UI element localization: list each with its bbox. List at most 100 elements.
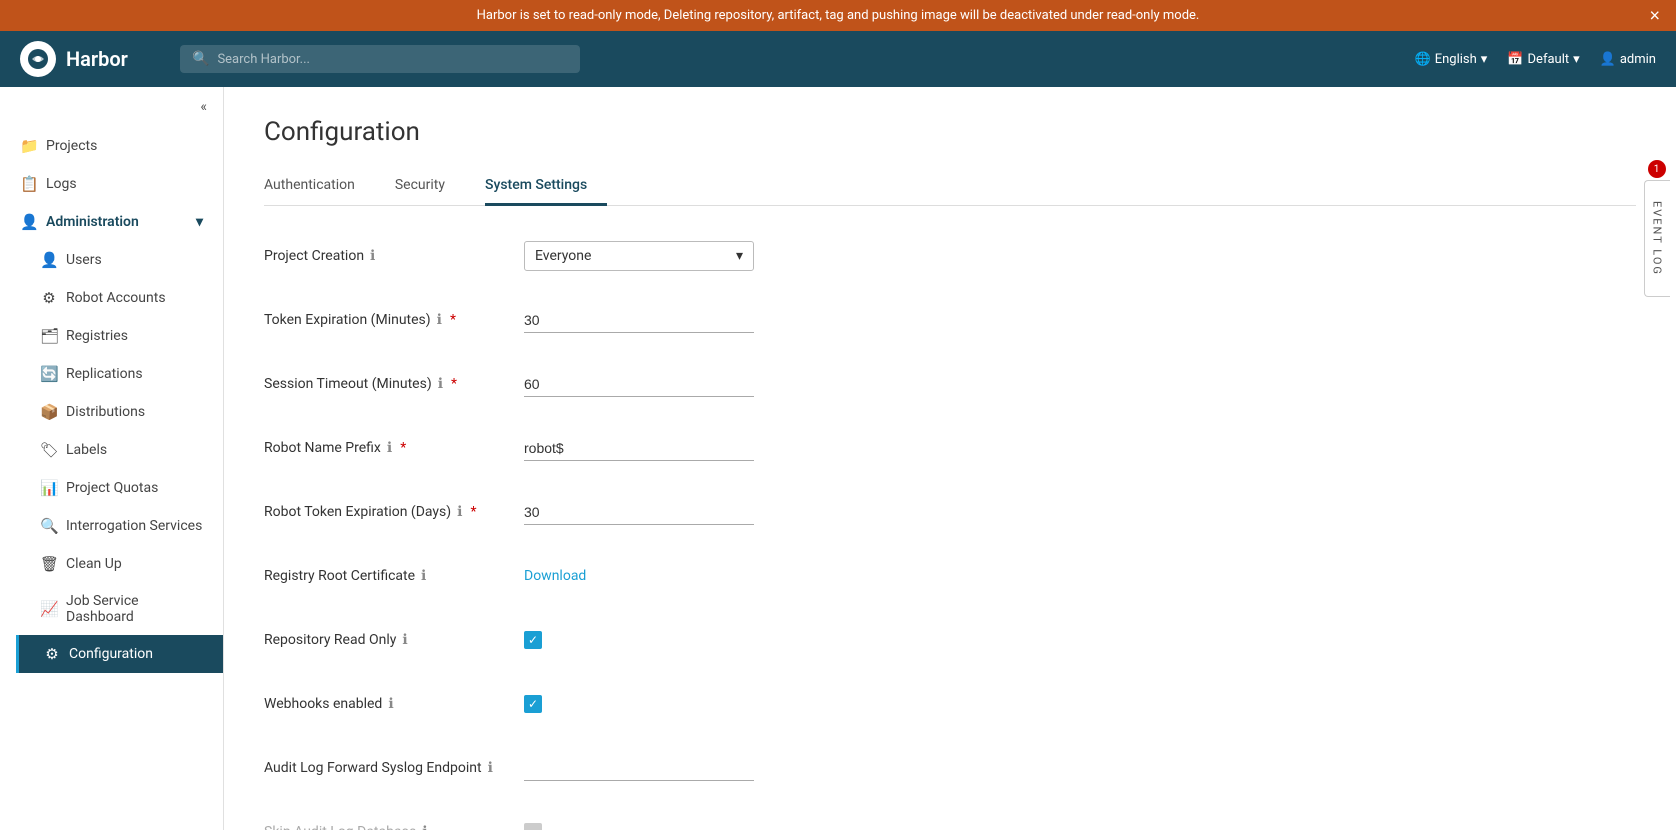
replications-icon: 🔄 — [40, 365, 58, 383]
field-token-expiration: Token Expiration (Minutes) ℹ * — [264, 300, 1064, 340]
sidebar-item-projects[interactable]: 📁 Projects — [0, 127, 223, 165]
tab-system-settings[interactable]: System Settings — [485, 167, 607, 206]
interrogation-icon: 🔍 — [40, 517, 58, 535]
sidebar-label-cleanup: Clean Up — [66, 556, 122, 572]
required-token-expiration: * — [450, 312, 456, 328]
sidebar-label-configuration: Configuration — [69, 646, 153, 662]
sidebar-item-logs[interactable]: 📋 Logs — [0, 165, 223, 203]
audit-log-endpoint-input[interactable] — [524, 756, 754, 781]
field-robot-name-prefix: Robot Name Prefix ℹ * — [264, 428, 1064, 468]
field-session-timeout: Session Timeout (Minutes) ℹ * — [264, 364, 1064, 404]
skip-audit-log-checkbox[interactable] — [524, 823, 542, 830]
administration-label: Administration — [46, 214, 139, 230]
input-robot-token-expiration — [524, 500, 754, 525]
sidebar-toggle-button[interactable]: « — [0, 87, 223, 127]
sidebar-item-users[interactable]: 👤 Users — [16, 241, 223, 279]
label-project-creation: Project Creation ℹ — [264, 248, 524, 264]
label-registry-root-certificate: Registry Root Certificate ℹ — [264, 568, 524, 584]
projects-icon: 📁 — [20, 137, 38, 155]
label-session-timeout: Session Timeout (Minutes) ℹ * — [264, 376, 524, 392]
banner-close-button[interactable]: × — [1649, 5, 1660, 26]
tab-security[interactable]: Security — [395, 167, 465, 206]
job-dashboard-icon: 📈 — [40, 600, 58, 618]
sidebar-item-registries[interactable]: 🗂 Registries — [16, 317, 223, 355]
field-robot-token-expiration: Robot Token Expiration (Days) ℹ * — [264, 492, 1064, 532]
label-robot-name-prefix: Robot Name Prefix ℹ * — [264, 440, 524, 456]
sidebar-administration-section[interactable]: 👤 Administration ▾ — [0, 203, 223, 241]
repository-read-only-checkbox[interactable]: ✓ — [524, 631, 542, 649]
required-robot-name-prefix: * — [400, 440, 406, 456]
tab-authentication[interactable]: Authentication — [264, 167, 375, 206]
logs-icon: 📋 — [20, 175, 38, 193]
required-robot-token-expiration: * — [470, 504, 476, 520]
sidebar-label-replications: Replications — [66, 366, 143, 382]
sidebar-label-users: Users — [66, 252, 102, 268]
sidebar-item-configuration[interactable]: ⚙ Configuration — [16, 635, 223, 673]
info-icon-token-expiration[interactable]: ℹ — [437, 312, 442, 328]
sidebar-label-robot-accounts: Robot Accounts — [66, 290, 166, 306]
info-icon-audit-log[interactable]: ℹ — [488, 760, 493, 776]
info-icon-robot-token-expiration[interactable]: ℹ — [457, 504, 462, 520]
theme-label: Default — [1528, 52, 1570, 67]
logo[interactable]: Harbor — [20, 41, 180, 77]
session-timeout-input[interactable] — [524, 372, 754, 397]
sidebar-item-distributions[interactable]: 📦 Distributions — [16, 393, 223, 431]
sidebar-item-interrogation-services[interactable]: 🔍 Interrogation Services — [16, 507, 223, 545]
label-repository-read-only: Repository Read Only ℹ — [264, 632, 524, 648]
checkbox-repository-read-only: ✓ — [524, 631, 754, 649]
main-content: Configuration Authentication Security Sy… — [224, 87, 1676, 830]
info-icon-skip-audit-log[interactable]: ℹ — [422, 824, 427, 830]
field-skip-audit-log-database: Skip Audit Log Database ℹ — [264, 812, 1064, 830]
quotas-icon: 📊 — [40, 479, 58, 497]
download-certificate-link[interactable]: Download — [524, 568, 586, 584]
language-selector[interactable]: 🌐 English ▾ — [1415, 52, 1488, 67]
info-icon-session-timeout[interactable]: ℹ — [438, 376, 443, 392]
field-registry-root-certificate: Registry Root Certificate ℹ Download — [264, 556, 1064, 596]
sidebar-item-project-quotas[interactable]: 📊 Project Quotas — [16, 469, 223, 507]
token-expiration-input[interactable] — [524, 308, 754, 333]
checkbox-skip-audit-log — [524, 823, 754, 830]
robot-name-prefix-input[interactable] — [524, 436, 754, 461]
info-icon-webhooks[interactable]: ℹ — [388, 696, 393, 712]
configuration-form: Project Creation ℹ Everyone ▾ Token Expi… — [264, 236, 1064, 830]
sidebar-label-labels: Labels — [66, 442, 107, 458]
theme-icon: 📅 — [1507, 52, 1523, 67]
robot-token-expiration-input[interactable] — [524, 500, 754, 525]
logo-text: Harbor — [66, 47, 128, 71]
sidebar-label-registries: Registries — [66, 328, 128, 344]
theme-chevron-icon: ▾ — [1573, 52, 1580, 67]
sidebar-sub-menu: 👤 Users ⚙ Robot Accounts 🗂 Registries 🔄 … — [0, 241, 223, 673]
input-audit-log-endpoint — [524, 756, 754, 781]
header: Harbor 🔍 Search Harbor... 🌐 English ▾ 📅 … — [0, 31, 1676, 87]
info-icon-registry-cert[interactable]: ℹ — [421, 568, 426, 584]
username: admin — [1620, 52, 1656, 67]
search-placeholder: Search Harbor... — [217, 52, 310, 67]
registries-icon: 🗂 — [40, 327, 58, 345]
sidebar-item-cleanup[interactable]: 🗑 Clean Up — [16, 545, 223, 583]
administration-chevron-icon: ▾ — [196, 214, 203, 230]
robot-icon: ⚙ — [40, 289, 58, 307]
sidebar-item-labels[interactable]: 🏷 Labels — [16, 431, 223, 469]
user-icon: 👤 — [1600, 52, 1616, 67]
tab-bar: Authentication Security System Settings — [264, 167, 1636, 206]
label-token-expiration: Token Expiration (Minutes) ℹ * — [264, 312, 524, 328]
theme-selector[interactable]: 📅 Default ▾ — [1507, 52, 1579, 67]
info-icon-project-creation[interactable]: ℹ — [370, 248, 375, 264]
sidebar-label-projects: Projects — [46, 138, 97, 154]
input-session-timeout — [524, 372, 754, 397]
dropdown-project-creation[interactable]: Everyone ▾ — [524, 241, 754, 271]
banner-message: Harbor is set to read-only mode, Deletin… — [477, 8, 1200, 23]
info-icon-repo-read-only[interactable]: ℹ — [402, 632, 407, 648]
info-icon-robot-name-prefix[interactable]: ℹ — [387, 440, 392, 456]
field-repository-read-only: Repository Read Only ℹ ✓ — [264, 620, 1064, 660]
event-log-wrapper: 1 EVENT LOG — [1637, 160, 1676, 297]
sidebar-item-replications[interactable]: 🔄 Replications — [16, 355, 223, 393]
sidebar-item-job-service-dashboard[interactable]: 📈 Job Service Dashboard — [16, 583, 223, 635]
search-bar[interactable]: 🔍 Search Harbor... — [180, 45, 580, 73]
webhooks-enabled-checkbox[interactable]: ✓ — [524, 695, 542, 713]
user-menu[interactable]: 👤 admin — [1600, 52, 1656, 67]
sidebar-item-robot-accounts[interactable]: ⚙ Robot Accounts — [16, 279, 223, 317]
field-webhooks-enabled: Webhooks enabled ℹ ✓ — [264, 684, 1064, 724]
distributions-icon: 📦 — [40, 403, 58, 421]
event-log-tab[interactable]: EVENT LOG — [1644, 180, 1670, 297]
